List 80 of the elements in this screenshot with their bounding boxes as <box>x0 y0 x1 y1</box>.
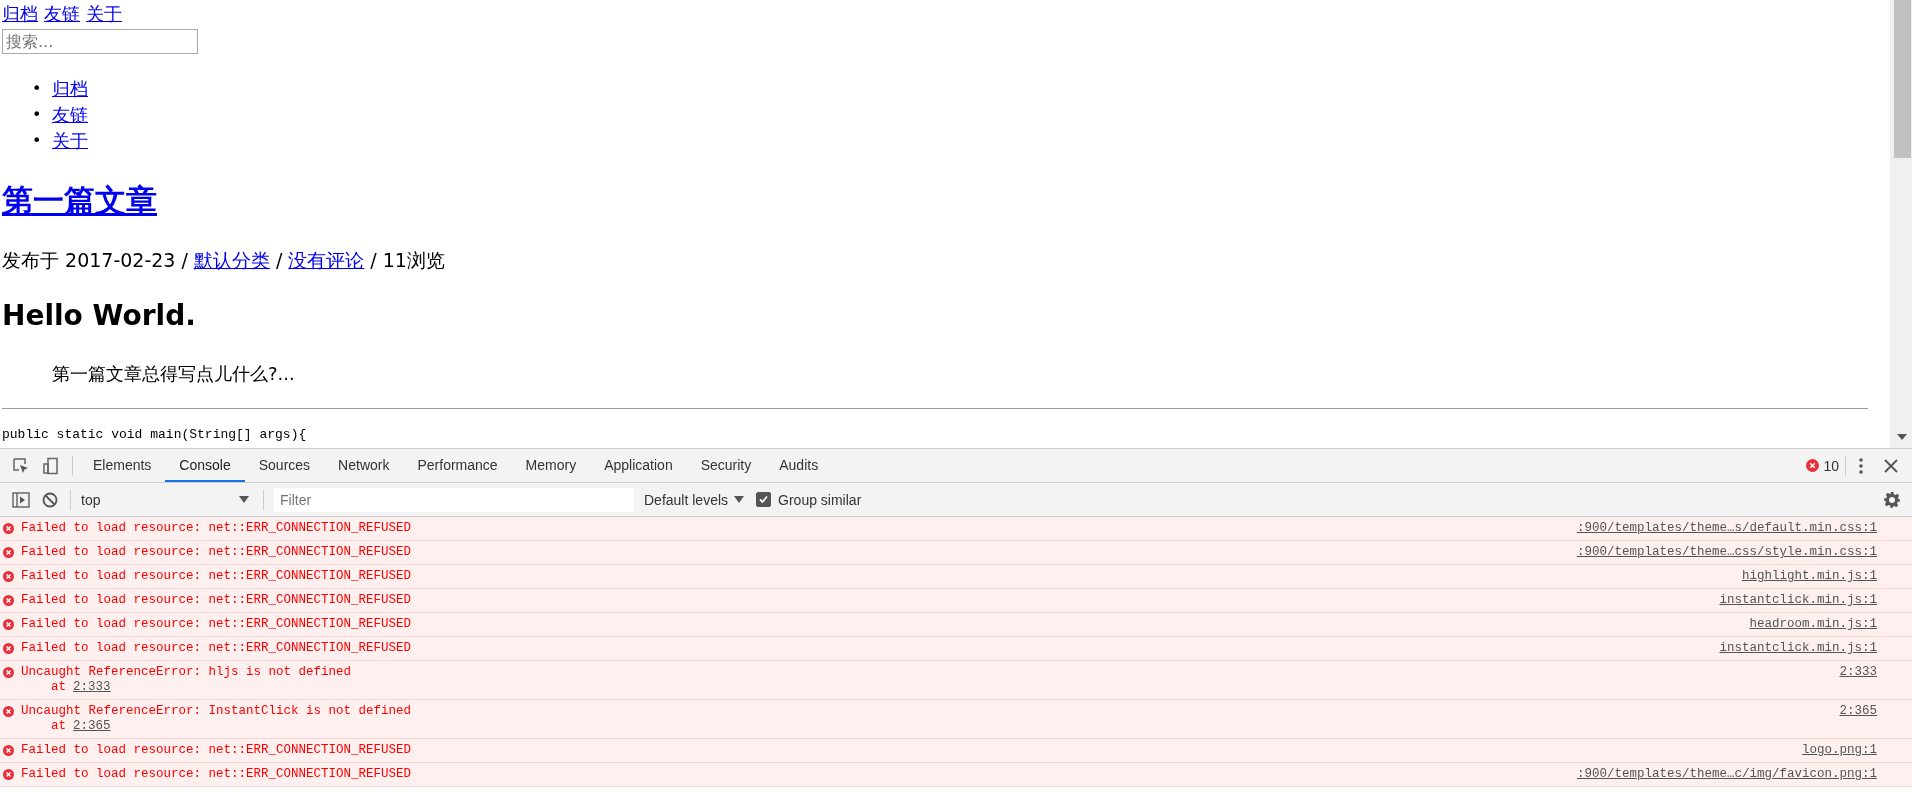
caret-icon <box>239 496 249 503</box>
error-icon <box>3 619 14 630</box>
bullet: • <box>32 78 43 100</box>
nav-link[interactable]: 归档 <box>2 2 38 26</box>
devtools-tab[interactable]: Memory <box>511 449 591 482</box>
meta-text: / 11浏览 <box>370 248 445 272</box>
post-title-link[interactable]: 第一篇文章 <box>2 182 157 218</box>
stack-at-text: at <box>51 680 66 695</box>
source-link[interactable]: headroom.min.js:1 <box>1749 617 1877 632</box>
error-text: Uncaught ReferenceError: hljs is not defined <box>21 665 353 680</box>
settings-icon[interactable] <box>1884 491 1900 508</box>
error-text: Failed to load resource: net::ERR_CONNECTION_REFUSED <box>21 767 413 782</box>
caret-icon <box>734 496 745 503</box>
code-line: public static void main(String[] args){ <box>2 427 308 443</box>
menu-link[interactable]: 归档 <box>52 76 88 102</box>
devtools-tab[interactable]: Elements <box>79 449 166 482</box>
source-link[interactable]: instantclick.min.js:1 <box>1719 593 1877 608</box>
error-count[interactable]: 10 <box>1823 457 1839 474</box>
error-icon <box>3 643 14 654</box>
checkmark-icon <box>758 494 770 505</box>
meta-text: / <box>275 248 283 272</box>
nav-link[interactable]: 友链 <box>44 2 80 26</box>
clear-console-icon[interactable] <box>42 491 58 508</box>
devtools-tab[interactable]: Performance <box>403 449 512 482</box>
error-text: Failed to load resource: net::ERR_CONNECTION_REFUSED <box>21 521 413 536</box>
bullet: • <box>32 104 43 126</box>
error-icon <box>3 667 14 678</box>
error-icon <box>3 706 14 717</box>
error-icon <box>3 769 14 780</box>
post-heading: Hello World. <box>2 298 197 334</box>
meta-link[interactable]: 默认分类 <box>193 248 270 272</box>
close-icon[interactable] <box>1884 458 1898 473</box>
error-text: Failed to load resource: net::ERR_CONNECTION_REFUSED <box>21 593 413 608</box>
error-icon <box>3 547 14 558</box>
error-text: Failed to load resource: net::ERR_CONNECTION_REFUSED <box>21 545 413 560</box>
scrollbar[interactable] <box>1890 0 1912 448</box>
nav-link[interactable]: 关于 <box>86 2 122 26</box>
stack-link[interactable]: 2:365 <box>73 719 111 734</box>
menu-link[interactable]: 关于 <box>52 128 88 154</box>
devtools-tab[interactable]: Security <box>686 449 766 482</box>
error-icon <box>3 523 14 534</box>
devtools-tab[interactable]: Audits <box>765 449 833 482</box>
more-menu-icon[interactable] <box>1858 456 1864 475</box>
source-link[interactable]: 2:333 <box>1839 665 1877 680</box>
scroll-down-icon[interactable] <box>1897 434 1907 440</box>
sidebar-toggle-icon[interactable] <box>12 491 30 508</box>
inspect-icon[interactable] <box>12 456 30 475</box>
source-link[interactable]: instantclick.min.js:1 <box>1719 641 1877 656</box>
post-excerpt: 第一篇文章总得写点儿什么?... <box>52 362 296 386</box>
context-select[interactable]: top <box>77 491 257 508</box>
device-icon[interactable] <box>42 456 60 475</box>
meta-link[interactable]: 没有评论 <box>288 248 365 272</box>
source-link[interactable]: logo.png:1 <box>1802 743 1877 758</box>
error-text: Failed to load resource: net::ERR_CONNECTION_REFUSED <box>21 641 413 656</box>
devtools-tab[interactable]: Sources <box>244 449 325 482</box>
error-icon <box>3 745 14 756</box>
checkbox-label[interactable]: Group similar <box>778 491 862 508</box>
error-icon <box>1806 459 1820 472</box>
checkbox[interactable] <box>756 492 772 507</box>
search-field[interactable]: 搜索... <box>2 29 198 54</box>
meta-text: 发布于 2017-02-23 / <box>2 248 188 272</box>
devtools-tab[interactable]: Network <box>324 449 404 482</box>
stack-link[interactable]: 2:333 <box>73 680 111 695</box>
levels-dropdown[interactable]: Default levels <box>644 491 745 508</box>
error-text: Uncaught ReferenceError: InstantClick is not defined <box>21 704 413 719</box>
source-link[interactable]: 2:365 <box>1839 704 1877 719</box>
source-link[interactable]: :900/templates/theme…c/img/favicon.png:1 <box>1576 767 1877 782</box>
menu-link[interactable]: 友链 <box>52 102 88 128</box>
error-text: Failed to load resource: net::ERR_CONNECTION_REFUSED <box>21 743 413 758</box>
bullet: • <box>32 130 43 152</box>
error-text: Failed to load resource: net::ERR_CONNECTION_REFUSED <box>21 569 413 584</box>
source-link[interactable]: :900/templates/theme…s/default.min.css:1 <box>1576 521 1877 536</box>
source-link[interactable]: highlight.min.js:1 <box>1741 569 1877 584</box>
devtools-tab[interactable]: Application <box>590 449 687 482</box>
stack-at-text: at <box>51 719 66 734</box>
filter-field[interactable]: Filter <box>274 487 634 512</box>
error-text: Failed to load resource: net::ERR_CONNECTION_REFUSED <box>21 617 413 632</box>
error-icon <box>3 571 14 582</box>
source-link[interactable]: :900/templates/theme…css/style.min.css:1 <box>1576 545 1877 560</box>
error-icon <box>3 595 14 606</box>
